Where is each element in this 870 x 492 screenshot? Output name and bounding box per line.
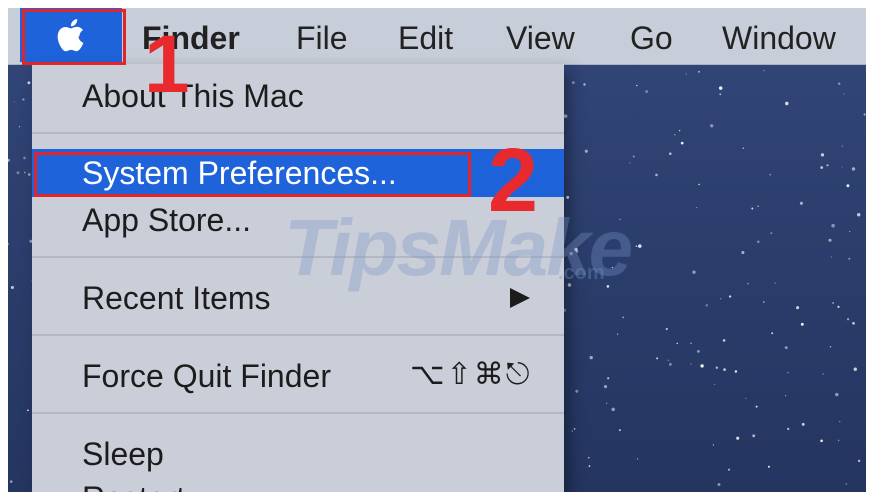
menubar-go[interactable]: Go <box>630 22 673 54</box>
menu-item-label: App Store... <box>82 202 251 238</box>
keyboard-shortcut: ⌥⇧⌘⎋ <box>410 358 532 391</box>
menubar-file[interactable]: File <box>296 22 348 54</box>
menu-item-label: Recent Items <box>82 280 271 316</box>
menu-item-label: Restart... <box>82 482 212 492</box>
menu-item-label: Force Quit Finder <box>82 358 331 394</box>
annotation-box-apple-menu <box>22 9 126 65</box>
menu-separator <box>32 132 564 134</box>
menubar-window[interactable]: Window <box>722 22 836 54</box>
menu-item-label: About This Mac <box>82 78 304 114</box>
step-number-2: 2 <box>488 131 539 231</box>
menu-bar: Finder File Edit View Go Window <box>8 8 866 65</box>
watermark-suffix: .com <box>558 262 605 284</box>
menu-separator <box>32 334 564 336</box>
step-number-1: 1 <box>144 19 190 110</box>
menu-separator <box>32 412 564 414</box>
menu-item-label: Sleep <box>82 436 164 472</box>
menubar-view[interactable]: View <box>506 22 575 54</box>
annotation-box-system-preferences <box>34 152 471 197</box>
screenshot-frame: Finder File Edit View Go Window About Th… <box>0 0 870 492</box>
menubar-edit[interactable]: Edit <box>398 22 453 54</box>
